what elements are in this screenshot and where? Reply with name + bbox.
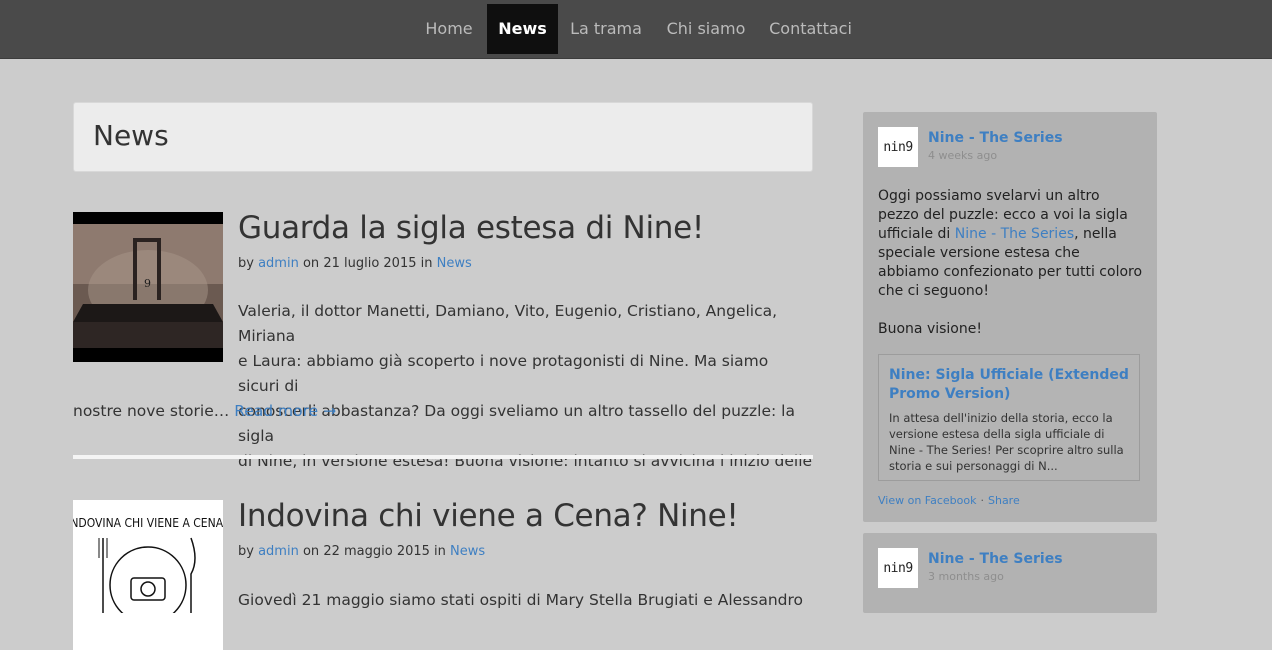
- post-text: Buona visione!: [878, 321, 982, 337]
- post-date: 21 luglio 2015: [323, 256, 417, 271]
- post-timestamp[interactable]: 4 weeks ago: [928, 149, 997, 162]
- facebook-post-card: nin9 Nine - The Series 3 months ago: [863, 533, 1157, 613]
- meta-in-label: in: [434, 544, 446, 559]
- meta-in-label: in: [420, 256, 433, 271]
- excerpt-line: Valeria, il dottor Manetti, Damiano, Vit…: [238, 302, 778, 345]
- view-on-facebook-link[interactable]: View on Facebook: [878, 494, 976, 507]
- excerpt-line: e Laura: abbiamo già scoperto i nove pro…: [238, 352, 769, 395]
- dinner-poster-image: INDOVINA CHI VIENE A CENA?: [73, 500, 223, 624]
- post-excerpt: Giovedì 21 maggio siamo stati ospiti di …: [238, 588, 813, 613]
- separator-dot: ·: [980, 494, 984, 507]
- meta-on-label: on: [302, 256, 320, 271]
- post-title[interactable]: Guarda la sigla estesa di Nine!: [238, 210, 704, 246]
- post-title[interactable]: Indovina chi viene a Cena? Nine!: [238, 498, 739, 534]
- page-avatar[interactable]: nin9: [878, 127, 918, 167]
- page-title: News: [93, 119, 169, 152]
- post-excerpt: Valeria, il dottor Manetti, Damiano, Vit…: [238, 299, 813, 474]
- inline-page-link[interactable]: Nine - The Series: [955, 226, 1074, 242]
- facebook-actions: View on Facebook · Share: [878, 494, 1020, 507]
- page-avatar[interactable]: nin9: [878, 548, 918, 588]
- page-title-box: News: [73, 102, 813, 172]
- top-navbar: Home News La trama Chi siamo Contattaci: [0, 0, 1272, 59]
- nav-item-news[interactable]: News: [487, 4, 558, 54]
- share-link[interactable]: Share: [988, 494, 1020, 507]
- post-separator: [73, 455, 813, 459]
- read-more-link[interactable]: Read more →: [234, 402, 336, 420]
- excerpt-line: nostre nove storie…: [73, 402, 230, 420]
- post-thumbnail-typewriter[interactable]: 9: [73, 212, 223, 362]
- post-timestamp[interactable]: 3 months ago: [928, 570, 1004, 583]
- post-category-link[interactable]: News: [450, 544, 485, 559]
- post-category-link[interactable]: News: [437, 256, 472, 271]
- nav-item-home[interactable]: Home: [413, 4, 485, 54]
- shared-link-description: In attesa dell'inizio della storia, ecco…: [889, 411, 1124, 473]
- shared-link-title[interactable]: Nine: Sigla Ufficiale (Extended Promo Ve…: [889, 366, 1129, 404]
- facebook-post-card: nin9 Nine - The Series 4 weeks ago Oggi …: [863, 112, 1157, 522]
- meta-on-label: on: [302, 544, 320, 559]
- post-meta: by admin on 21 luglio 2015 in News: [238, 256, 472, 271]
- nav-item-la-trama[interactable]: La trama: [560, 4, 652, 54]
- poster-title: INDOVINA CHI VIENE A CENA?: [73, 516, 223, 530]
- nav-item-chi-siamo[interactable]: Chi siamo: [656, 4, 756, 54]
- excerpt-line: Giovedì 21 maggio siamo stati ospiti di …: [238, 591, 804, 609]
- meta-by-label: by: [238, 544, 254, 559]
- typewriter-image: 9: [73, 212, 223, 362]
- post-date: 22 maggio 2015: [323, 544, 430, 559]
- facebook-post-text: Oggi possiamo svelarvi un altro pezzo de…: [878, 187, 1144, 339]
- post-excerpt-end: nostre nove storie… Read more →: [73, 399, 336, 424]
- logo-text: nin9: [883, 560, 913, 576]
- facebook-page-name-link[interactable]: Nine - The Series: [928, 130, 1063, 146]
- meta-by-label: by: [238, 256, 254, 271]
- facebook-page-name-link[interactable]: Nine - The Series: [928, 551, 1063, 567]
- svg-text:9: 9: [144, 277, 151, 290]
- post-author-link[interactable]: admin: [258, 544, 299, 559]
- post-thumbnail-cena[interactable]: INDOVINA CHI VIENE A CENA?: [73, 500, 223, 650]
- post-meta: by admin on 22 maggio 2015 in News: [238, 544, 485, 559]
- nav-item-contattaci[interactable]: Contattaci: [760, 4, 861, 54]
- excerpt-line: di Nine, in versione estesa! Buona visio…: [238, 452, 813, 470]
- logo-text: nin9: [883, 139, 913, 155]
- shared-link-preview[interactable]: Nine: Sigla Ufficiale (Extended Promo Ve…: [878, 354, 1140, 481]
- post-author-link[interactable]: admin: [258, 256, 299, 271]
